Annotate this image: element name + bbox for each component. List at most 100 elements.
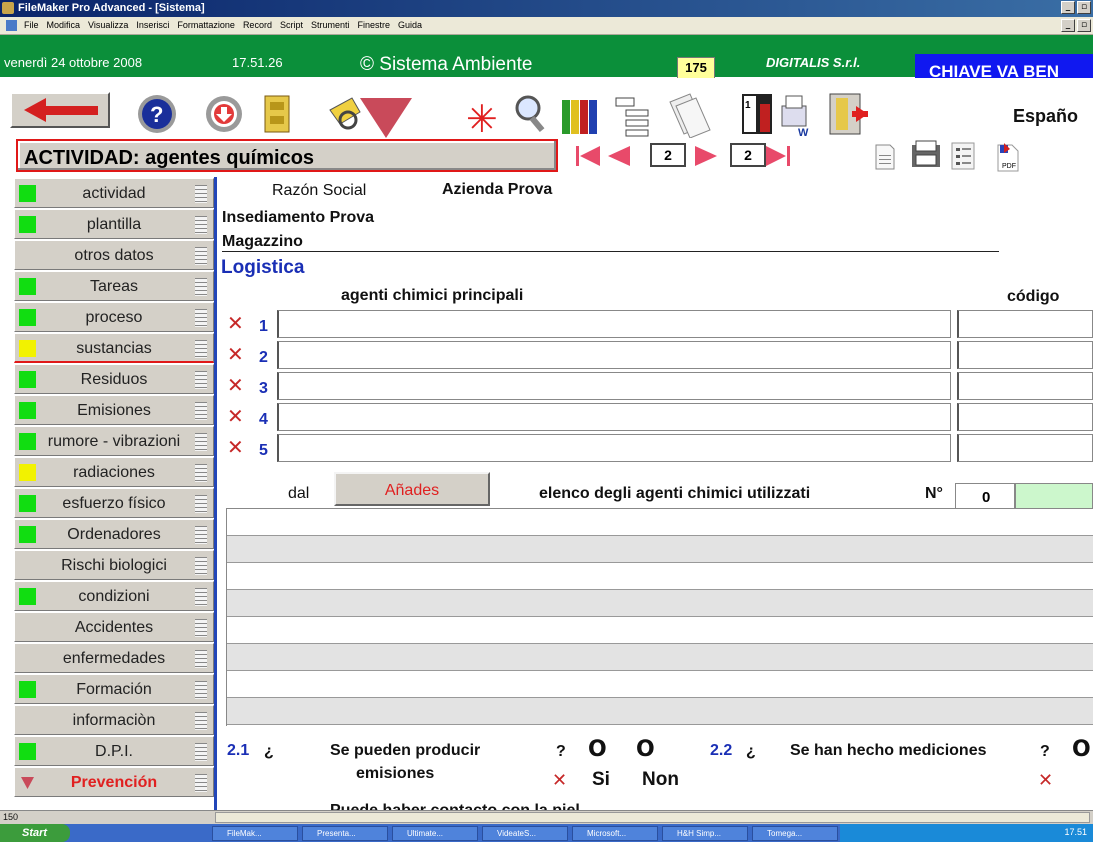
filter-icon[interactable] (360, 98, 412, 138)
radio-2-2-icon[interactable]: O (1072, 737, 1091, 762)
sidebar-item[interactable]: otros datos (14, 240, 214, 270)
search-icon[interactable] (515, 95, 545, 133)
menu-item[interactable]: Strumenti (311, 20, 350, 30)
doc-minimize-icon[interactable]: _ (1061, 19, 1075, 32)
delete-row-icon[interactable]: ✕ (227, 404, 244, 428)
exit-icon[interactable] (829, 93, 868, 135)
delete-row-icon[interactable]: ✕ (227, 435, 244, 459)
help-icon[interactable]: ? (138, 95, 176, 133)
sidebar-item[interactable]: esfuerzo físico (14, 488, 214, 518)
delete-row-icon[interactable]: ✕ (227, 342, 244, 366)
print-icon[interactable] (912, 140, 940, 167)
sidebar-item[interactable]: Formación (14, 674, 214, 704)
menu-item[interactable]: Modifica (47, 20, 81, 30)
sidebar-item[interactable]: proceso (14, 302, 214, 332)
taskbar-button[interactable]: Ultimate... (392, 826, 478, 841)
app-name: © Sistema Ambiente (360, 54, 533, 75)
agent-name-field[interactable] (277, 310, 951, 338)
sidebar-item[interactable]: D.P.I. (14, 736, 214, 766)
document-view-icon[interactable] (875, 144, 895, 170)
sidebar-item[interactable]: plantilla (14, 209, 214, 239)
sidebar-item[interactable]: enfermedades (14, 643, 214, 673)
language-label[interactable]: Españo (1013, 106, 1078, 127)
menu-item[interactable]: Guida (398, 20, 422, 30)
taskbar-button[interactable]: FileMak... (212, 826, 298, 841)
list-row[interactable] (227, 698, 1093, 725)
taskbar-button[interactable]: Tomega... (752, 826, 838, 841)
agent-code-field[interactable] (957, 372, 1093, 400)
asterisk-icon[interactable]: ✳ (466, 97, 498, 138)
sidebar-item[interactable]: Ordenadores (14, 519, 214, 549)
add-button[interactable]: Añades (334, 472, 490, 506)
list-row[interactable] (227, 509, 1093, 536)
agent-code-field[interactable] (957, 434, 1093, 462)
agent-code-field[interactable] (957, 310, 1093, 338)
sidebar-item[interactable]: radiaciones (14, 457, 214, 487)
menu-item[interactable]: Visualizza (88, 20, 128, 30)
sidebar-item[interactable]: condizioni (14, 581, 214, 611)
tools-icon[interactable] (329, 97, 361, 130)
sidebar-item[interactable]: Accidentes (14, 612, 214, 642)
menu-item[interactable]: File (24, 20, 39, 30)
first-record-icon[interactable] (576, 146, 600, 166)
sidebar-item[interactable]: rumore - vibrazioni (14, 426, 214, 456)
list-view-icon[interactable] (951, 142, 975, 170)
agent-count-extra-field[interactable] (1015, 483, 1093, 511)
documents-icon[interactable] (669, 93, 711, 138)
taskbar-button[interactable]: VideateS... (482, 826, 568, 841)
list-row[interactable] (227, 536, 1093, 563)
agents-list[interactable] (226, 508, 1093, 726)
books-icon[interactable] (562, 100, 597, 134)
start-button[interactable]: Start (0, 824, 70, 842)
agent-name-field[interactable] (277, 434, 951, 462)
sidebar-item[interactable]: sustancias (14, 333, 214, 363)
agent-code-field[interactable] (957, 341, 1093, 369)
current-record-field[interactable]: 2 (650, 143, 686, 167)
taskbar-button[interactable]: Microsoft... (572, 826, 658, 841)
radio-non-icon[interactable]: O (636, 737, 655, 762)
agent-code-field[interactable] (957, 403, 1093, 431)
radio-si-icon[interactable]: O (588, 737, 607, 762)
question-2-1-mark: ¿ (264, 743, 274, 760)
back-button[interactable] (10, 92, 110, 128)
sidebar-item[interactable]: Rischi biologici (14, 550, 214, 580)
menu-item[interactable]: Record (243, 20, 272, 30)
menu-item[interactable]: Formattazione (177, 20, 235, 30)
menu-item[interactable]: Finestre (357, 20, 390, 30)
list-row[interactable] (227, 644, 1093, 671)
sidebar-item[interactable]: actividad (14, 178, 214, 208)
last-record-icon[interactable] (766, 146, 790, 166)
menu-item[interactable]: Inserisci (136, 20, 169, 30)
pdf-icon[interactable]: PDF (997, 143, 1019, 172)
sidebar-item[interactable]: Tareas (14, 271, 214, 301)
previous-record-icon[interactable] (608, 146, 630, 166)
cabinet-icon[interactable] (264, 95, 290, 133)
next-record-icon[interactable] (695, 146, 717, 166)
agent-name-field[interactable] (277, 403, 951, 431)
sidebar-item[interactable]: Prevención (14, 767, 214, 797)
delete-row-icon[interactable]: ✕ (227, 311, 244, 335)
agent-name-field[interactable] (277, 341, 951, 369)
taskbar-button[interactable]: Presenta... (302, 826, 388, 841)
taskbar-button[interactable]: H&H Simp... (662, 826, 748, 841)
download-icon[interactable] (206, 96, 242, 132)
agent-count-field[interactable]: 0 (955, 483, 1015, 511)
minimize-icon[interactable]: _ (1061, 1, 1075, 14)
doc-restore-icon[interactable]: ▫ (1077, 19, 1091, 32)
calendar-icon[interactable]: 1 (742, 94, 772, 134)
list-row[interactable] (227, 617, 1093, 644)
menu-item[interactable]: Script (280, 20, 303, 30)
sidebar-item[interactable]: Emisiones (14, 395, 214, 425)
agent-name-field[interactable] (277, 372, 951, 400)
list-row[interactable] (227, 671, 1093, 698)
list-row[interactable] (227, 590, 1093, 617)
list-row[interactable] (227, 563, 1093, 590)
horizontal-scrollbar[interactable] (215, 812, 1090, 823)
sidebar-item[interactable]: informaciòn (14, 705, 214, 735)
maximize-icon[interactable]: ▫ (1077, 1, 1091, 14)
zoom-level[interactable]: 150 (3, 812, 18, 822)
delete-row-icon[interactable]: ✕ (227, 373, 244, 397)
sidebar-item[interactable]: Residuos (14, 364, 214, 394)
printer-icon[interactable]: W (781, 95, 809, 138)
tree-icon[interactable] (615, 97, 649, 137)
